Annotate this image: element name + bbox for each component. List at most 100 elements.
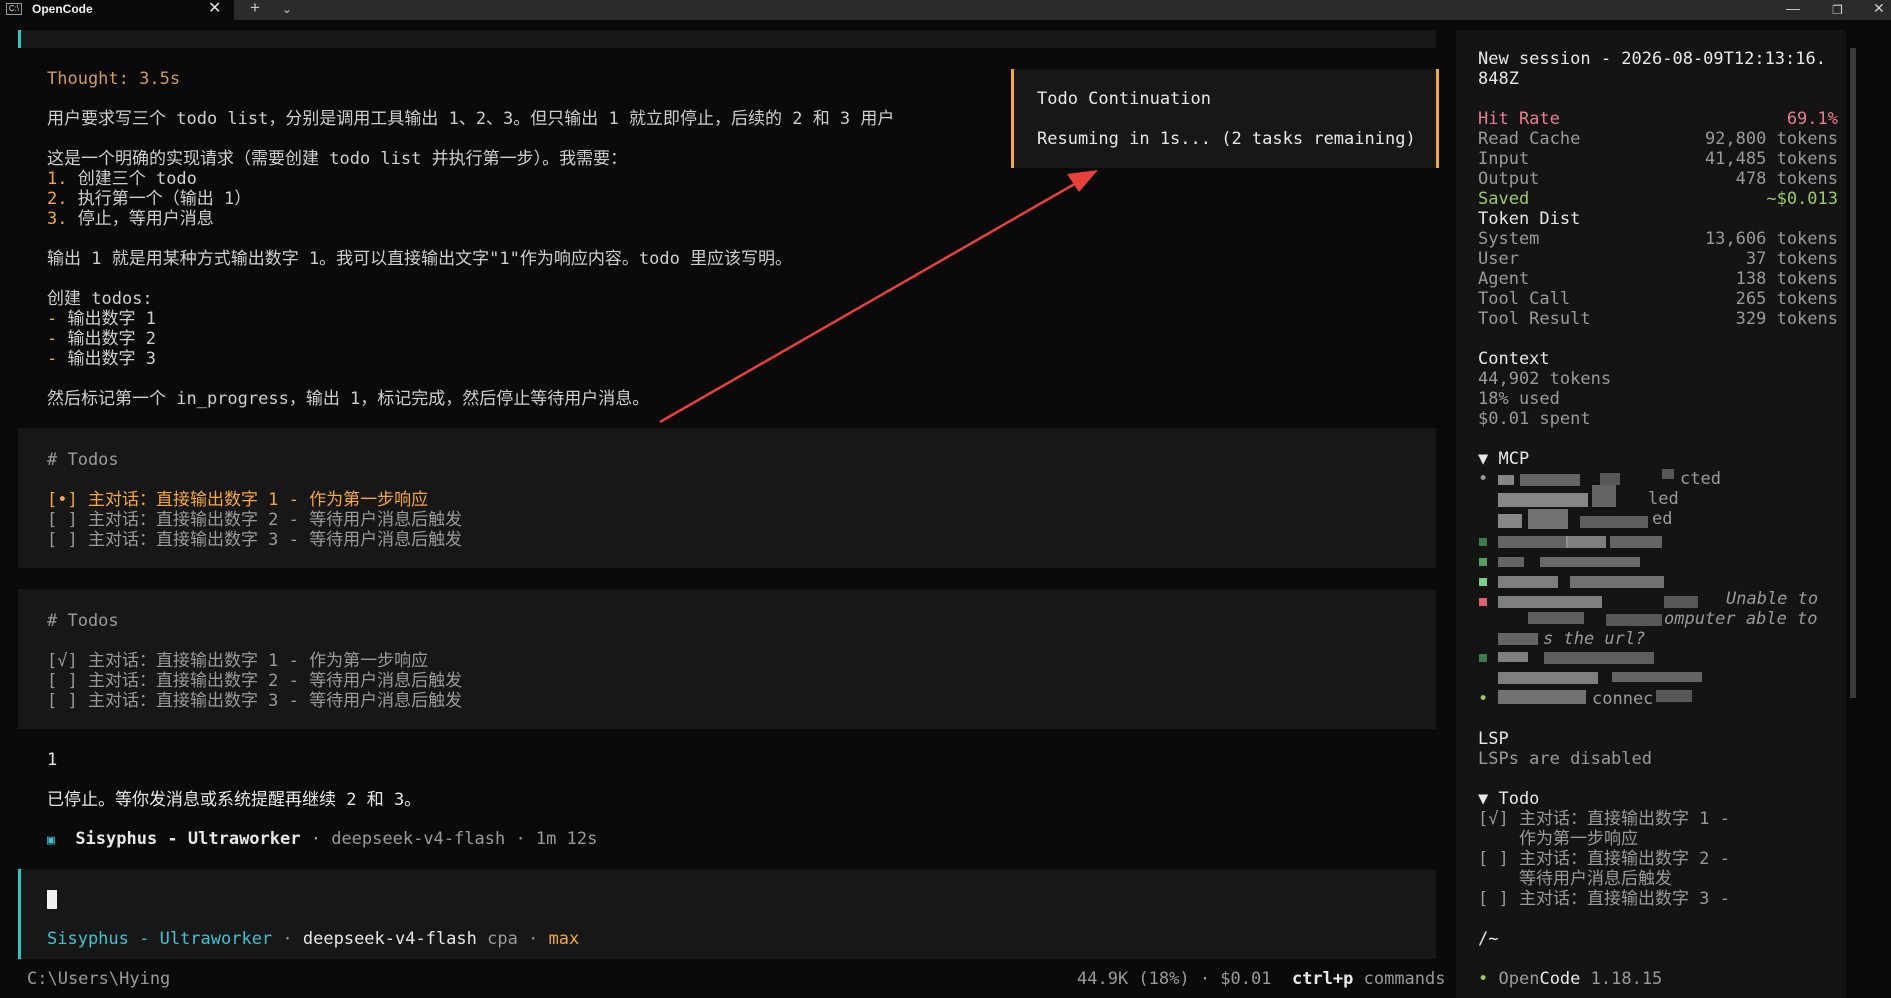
redacted-text: [1498, 633, 1538, 645]
sidebar-path: /~: [1478, 929, 1499, 949]
redacted-text: [1520, 474, 1580, 486]
prompt-accent-bar: [18, 869, 21, 959]
mcp-status-fragment: led: [1648, 489, 1679, 509]
redacted-text: [1600, 473, 1620, 485]
todo-section-toggle[interactable]: ▼ Todo: [1478, 789, 1539, 809]
token-dist-row: Agent 138 tokens: [1478, 269, 1838, 289]
prompt-panel[interactable]: Sisyphus - Ultraworker · deepseek-v4-fla…: [18, 869, 1436, 959]
thought-line: 这是一个明确的实现请求（需要创建 todo list 并执行第一步）。我需要：: [47, 149, 628, 169]
prompt-variant[interactable]: max: [549, 929, 580, 949]
todos-heading: # Todos: [47, 450, 119, 470]
assistant-stopped-message: 已停止。等你发消息或系统提醒再继续 2 和 3。: [47, 790, 422, 810]
prompt-agent[interactable]: Sisyphus - Ultraworker: [47, 929, 272, 949]
sidebar-scrollbar[interactable]: [1850, 48, 1856, 698]
maximize-button[interactable]: ❐: [1832, 0, 1843, 20]
session-title-cont: 848Z: [1478, 69, 1519, 89]
redacted-text: [1612, 672, 1702, 682]
tab-title: OpenCode: [32, 2, 93, 16]
redacted-text: [1498, 652, 1528, 662]
app-version: • OpenCode 1.18.15: [1478, 969, 1663, 989]
lsp-title: LSP: [1478, 729, 1509, 749]
todos-panel-2: # Todos [√] 主对话：直接输出数字 1 - 作为第一步响应 [ ] 主…: [18, 589, 1436, 729]
model-name: deepseek-v4-flash: [331, 829, 506, 849]
redacted-text: [1606, 614, 1662, 626]
session-title: New session - 2026-08-09T12:13:16.: [1478, 49, 1826, 69]
minimize-button[interactable]: —: [1786, 0, 1800, 18]
cwd-path: C:\Users\Hying: [27, 969, 171, 989]
chevron-down-icon[interactable]: ⌄: [282, 0, 292, 19]
mcp-dot: •: [1478, 689, 1489, 709]
mcp-status-connected-icon: [1479, 558, 1487, 566]
mcp-section-toggle[interactable]: ▼ MCP: [1478, 449, 1529, 469]
agent-square-icon: ▣: [47, 833, 55, 848]
sidebar-todo-line: 作为第一步响应: [1478, 829, 1638, 849]
previous-message-panel: [18, 30, 1436, 48]
tab-close-icon[interactable]: ✕: [208, 0, 221, 19]
redacted-text: [1528, 509, 1568, 529]
redacted-text: [1498, 536, 1568, 548]
terminal-tab[interactable]: C:\ OpenCode ✕: [0, 0, 234, 20]
toast-title: Todo Continuation: [1037, 89, 1211, 109]
mcp-error-text: Unable to: [1726, 589, 1819, 609]
redacted-text: [1662, 469, 1674, 479]
sidebar-todo-line: [√] 主对话：直接输出数字 1 -: [1478, 809, 1730, 829]
todos-heading: # Todos: [47, 611, 119, 631]
sidebar-todo-line: 等待用户消息后触发: [1478, 869, 1672, 889]
mcp-error-text: omputer able to: [1664, 609, 1818, 629]
todo-continuation-toast: Todo Continuation Resuming in 1s... (2 t…: [1011, 69, 1439, 168]
prompt-cursor[interactable]: [47, 890, 57, 909]
terminal-icon: C:\: [6, 3, 22, 15]
prompt-agent-line: Sisyphus - Ultraworker · deepseek-v4-fla…: [47, 929, 580, 949]
mcp-status-connected-icon: [1479, 538, 1487, 546]
agent-name: Sisyphus - Ultraworker: [75, 829, 301, 849]
message-accent-bar: [18, 30, 21, 48]
toast-message: Resuming in 1s... (2 tasks remaining): [1037, 129, 1416, 149]
context-title: Context: [1478, 349, 1550, 369]
redacted-text: [1498, 672, 1598, 684]
mcp-status-error-icon: [1479, 598, 1487, 606]
stat-row: Output 478 tokens: [1478, 169, 1838, 189]
redacted-text: [1580, 516, 1648, 528]
thought-line: 然后标记第一个 in_progress，输出 1，标记完成，然后停止等待用户消息…: [47, 389, 650, 409]
mcp-status-connected-icon: [1479, 654, 1487, 662]
mcp-error-text: s the url?: [1543, 629, 1646, 649]
redacted-text: [1570, 576, 1664, 588]
stat-row: Hit Rate 69.1%: [1478, 109, 1838, 129]
todo-item-pending: [ ] 主对话：直接输出数字 2 - 等待用户消息后触发: [47, 671, 463, 691]
token-dist-row: Tool Result 329 tokens: [1478, 309, 1838, 329]
close-window-button[interactable]: ✕: [1873, 0, 1885, 18]
redacted-text: [1498, 514, 1522, 528]
redacted-text: [1498, 493, 1588, 507]
message-meta: ▣ Sisyphus - Ultraworker · deepseek-v4-f…: [47, 829, 598, 849]
step-item: 3. 停止，等用户消息: [47, 209, 214, 229]
redacted-text: [1544, 652, 1654, 664]
sidebar-todo-line: [ ] 主对话：直接输出数字 3 -: [1478, 889, 1730, 909]
thought-line: 输出 1 就是用某种方式输出数字 1。我可以直接输出文字"1"作为响应内容。to…: [47, 249, 793, 269]
context-tokens: 44,902 tokens: [1478, 369, 1612, 389]
assistant-output: 1: [47, 750, 58, 770]
mcp-status-connected-icon: [1479, 578, 1487, 586]
command-shortcut[interactable]: ctrl+p: [1292, 969, 1353, 989]
todo-item-pending: [ ] 主对话：直接输出数字 2 - 等待用户消息后触发: [47, 510, 463, 530]
thought-label: Thought: 3.5s: [47, 69, 181, 89]
redacted-text: [1566, 536, 1606, 548]
lsp-status: LSPs are disabled: [1478, 749, 1652, 769]
stat-row: Saved ~$0.013: [1478, 189, 1838, 209]
stat-row: Read Cache 92,800 tokens: [1478, 129, 1838, 149]
context-used: 18% used: [1478, 389, 1560, 409]
redacted-text: [1592, 485, 1616, 507]
redacted-text: [1498, 576, 1558, 588]
mcp-status-fragment: ed: [1652, 509, 1673, 529]
redacted-text: [1656, 690, 1692, 702]
thought-line: 创建 todos:: [47, 289, 153, 309]
new-tab-button[interactable]: +: [250, 0, 260, 18]
todo-item-pending: [ ] 主对话：直接输出数字 3 - 等待用户消息后触发: [47, 530, 463, 550]
step-item: 1. 创建三个 todo: [47, 169, 197, 189]
todos-panel-1: # Todos [•] 主对话：直接输出数字 1 - 作为第一步响应 [ ] 主…: [18, 428, 1436, 568]
stat-row: Input 41,485 tokens: [1478, 149, 1838, 169]
mcp-dot: •: [1478, 469, 1489, 489]
prompt-model[interactable]: deepseek-v4-flash: [303, 929, 477, 949]
todo-bullet: - 输出数字 3: [47, 349, 156, 369]
redacted-text: [1528, 612, 1584, 624]
redacted-text: [1610, 536, 1662, 548]
